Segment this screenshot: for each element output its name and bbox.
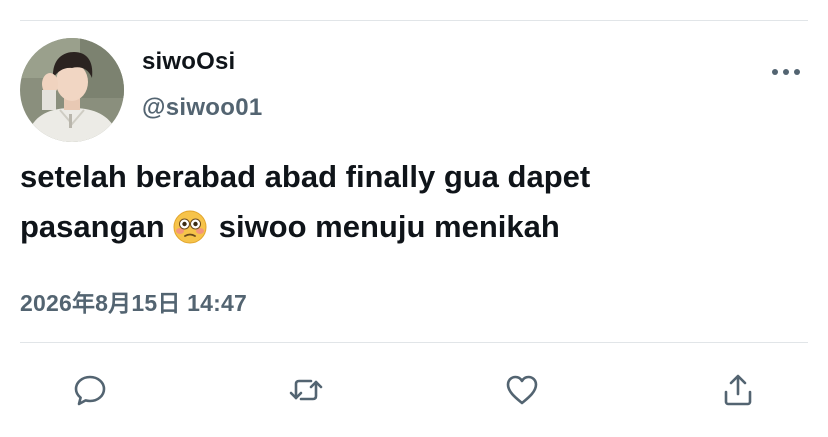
author-handle[interactable]: @siwoo01 — [142, 94, 263, 122]
retweet-icon — [289, 379, 323, 401]
more-options-button[interactable] — [768, 60, 804, 84]
reply-button[interactable] — [68, 368, 112, 412]
tweet-text-line-2: pasangan siwoo menuju menikah — [20, 202, 810, 252]
bottom-divider — [20, 342, 808, 343]
retweet-button[interactable] — [284, 368, 328, 412]
tweet-text-word: pasangan — [20, 209, 165, 244]
heart-icon — [506, 375, 538, 405]
tweet-text-line-1: setelah berabad abad finally gua dapet — [20, 159, 591, 194]
tweet-action-bar — [0, 360, 828, 420]
more-dots-icon — [772, 69, 800, 75]
avatar-photo — [20, 38, 124, 142]
tweet-text-word: siwoo menuju menikah — [218, 209, 560, 244]
tweet-text: setelah berabad abad finally gua dapet p… — [20, 152, 810, 252]
tweet-header: siwoOsi @siwoo01 — [20, 38, 810, 144]
author-name[interactable]: siwoOsi — [142, 48, 235, 76]
reply-icon — [74, 375, 106, 406]
like-button[interactable] — [500, 368, 544, 412]
flushed-face-emoji-icon — [173, 209, 207, 244]
share-icon — [724, 374, 752, 406]
avatar[interactable] — [20, 38, 124, 142]
tweet-timestamp[interactable]: 2026年8月15日 14:47 — [20, 284, 247, 318]
top-divider — [20, 20, 808, 21]
share-button[interactable] — [716, 368, 760, 412]
